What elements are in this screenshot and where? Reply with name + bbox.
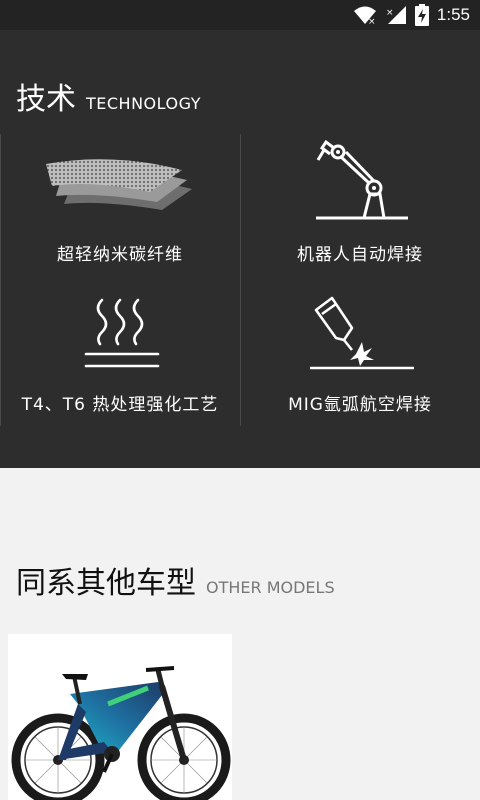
clock: 1:55 <box>436 5 470 24</box>
divider-left <box>0 134 1 426</box>
battery-charging-icon <box>414 4 429 26</box>
other-models-heading: 同系其他车型 OTHER MODELS <box>16 558 335 602</box>
feature-label: T4、T6 热处理强化工艺 <box>21 395 219 415</box>
divider-center <box>240 134 241 426</box>
robot-arm-icon <box>316 139 408 220</box>
technology-section: 技术 TECHNOLOGY 超轻纳米碳纤维 机器人自动焊接 T4、T6 热处理强… <box>0 30 480 468</box>
heat-treatment-icon <box>84 298 160 368</box>
svg-text:×: × <box>368 17 376 25</box>
model-card[interactable] <box>8 634 232 800</box>
other-models-title-en: OTHER MODELS <box>206 578 335 597</box>
welding-torch-icon <box>310 296 414 370</box>
feature-label: 超轻纳米碳纤维 <box>57 245 183 265</box>
status-icons: × × 1:55 <box>353 4 470 26</box>
status-bar: × × 1:55 <box>0 0 480 30</box>
technology-title-en: TECHNOLOGY <box>86 94 201 113</box>
feature-label: MIG氩弧航空焊接 <box>288 395 432 415</box>
technology-title-zh: 技术 <box>16 82 76 117</box>
svg-text:×: × <box>386 8 394 18</box>
carbon-fiber-layers-icon <box>46 159 192 210</box>
wifi-icon: × <box>353 6 376 25</box>
signal-icon: × <box>386 6 406 24</box>
other-models-title-zh: 同系其他车型 <box>16 566 196 601</box>
technology-heading: 技术 TECHNOLOGY <box>16 74 201 118</box>
feature-label: 机器人自动焊接 <box>297 245 423 265</box>
mountain-bike-image <box>11 666 231 800</box>
